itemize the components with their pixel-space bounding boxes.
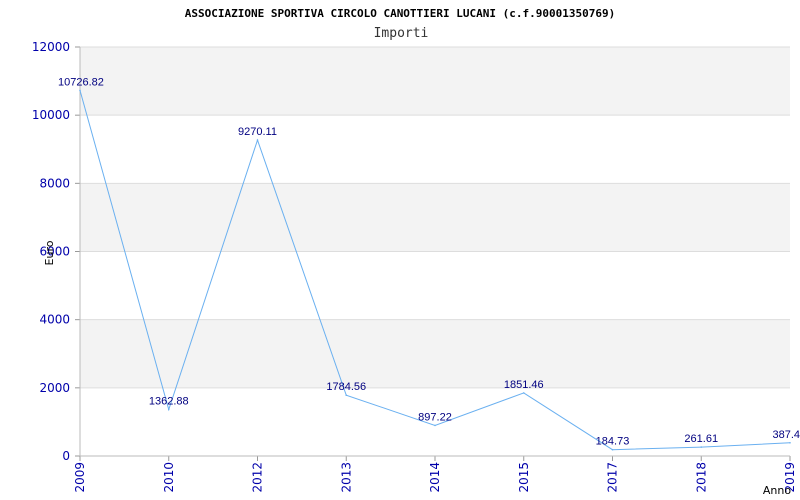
y-tick-label: 4000: [39, 313, 70, 327]
data-label: 1784.56: [326, 381, 366, 393]
line-chart: 020004000600080001000012000 2009 2010 2012…: [32, 7, 800, 497]
y-axis-title: Euro: [43, 240, 56, 265]
data-label: 1362.88: [149, 396, 189, 408]
y-tick-label: 2000: [39, 381, 70, 395]
grid-band: [80, 319, 790, 388]
chart-title: ASSOCIAZIONE SPORTIVA CIRCOLO CANOTTIERI…: [185, 7, 615, 20]
data-point: [345, 394, 348, 396]
y-tick-label: 8000: [39, 176, 70, 190]
data-point: [522, 392, 525, 394]
x-tick-label: 2013: [339, 462, 353, 493]
data-label: 10726.82: [58, 76, 104, 88]
data-label: 1851.46: [504, 379, 544, 391]
data-point: [611, 448, 614, 451]
data-point: [167, 408, 170, 411]
x-tick-label: 2010: [162, 462, 176, 493]
data-label: 387.4: [772, 429, 800, 441]
x-tick-label: 2017: [606, 462, 620, 493]
data-label: 184.73: [596, 436, 630, 448]
data-point: [79, 89, 81, 92]
x-axis-title: Anno: [763, 484, 791, 497]
data-label: 261.61: [684, 433, 718, 445]
data-point: [256, 139, 259, 141]
y-tick-label: 10000: [32, 108, 70, 122]
data-point: [434, 424, 436, 427]
x-tick-label: 2012: [251, 462, 265, 493]
y-tick-label: 12000: [32, 40, 70, 54]
x-tick-labels: 2009 2010 2012 2013 2014 2015 2017 2018 2019: [73, 462, 797, 493]
background-bands: [80, 47, 790, 388]
data-labels: 10726.82 1362.88 9270.11 1784.56 897.22 1851.…: [58, 76, 800, 447]
x-tick-label: 2018: [694, 462, 708, 493]
x-tick-label: 2009: [73, 462, 87, 493]
data-label: 9270.11: [238, 126, 277, 138]
data-point: [700, 446, 703, 448]
grid-band: [80, 183, 790, 252]
x-tick-label: 2014: [428, 462, 442, 493]
chart-subtitle: Importi: [374, 26, 429, 41]
x-tick-label: 2015: [517, 462, 531, 493]
data-label: 897.22: [418, 411, 452, 423]
data-point: [789, 441, 791, 444]
grid-band: [80, 47, 790, 116]
y-tick-label: 0: [62, 449, 70, 463]
